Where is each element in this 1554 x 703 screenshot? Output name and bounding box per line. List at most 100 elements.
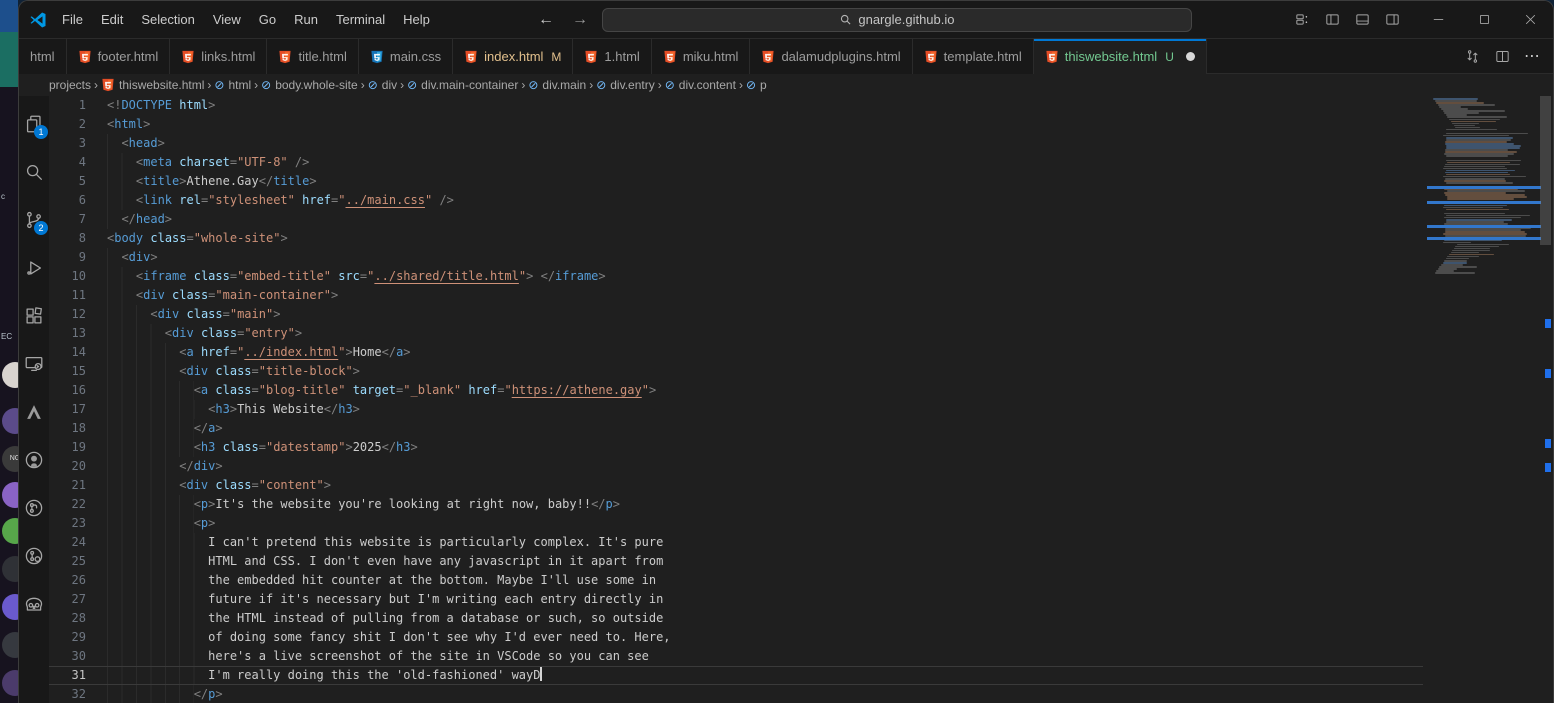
code-line-27[interactable]: 27future if it's necessary but I'm writi… — [49, 590, 1423, 609]
line-number[interactable]: 4 — [49, 153, 107, 172]
line-number[interactable]: 8 — [49, 229, 107, 248]
menu-file[interactable]: File — [53, 8, 92, 31]
line-number[interactable]: 14 — [49, 343, 107, 362]
go-forward-button[interactable]: → — [568, 11, 592, 29]
code-area[interactable]: 1<!DOCTYPE html>2<html>3<head>4<meta cha… — [49, 96, 1423, 703]
menu-terminal[interactable]: Terminal — [327, 8, 394, 31]
line-number[interactable]: 19 — [49, 438, 107, 457]
line-number[interactable]: 10 — [49, 267, 107, 286]
line-number[interactable]: 20 — [49, 457, 107, 476]
tab-miku-html[interactable]: miku.html — [652, 39, 751, 74]
code-line-16[interactable]: 16<a class="blog-title" target="_blank" … — [49, 381, 1423, 400]
activity-item-extensions[interactable] — [19, 292, 49, 340]
menu-help[interactable]: Help — [394, 8, 439, 31]
line-number[interactable]: 3 — [49, 134, 107, 153]
line-number[interactable]: 12 — [49, 305, 107, 324]
activity-item-a-extension[interactable] — [19, 388, 49, 436]
breadcrumb-item[interactable]: projects — [49, 78, 91, 92]
menu-view[interactable]: View — [204, 8, 250, 31]
line-number[interactable]: 31 — [49, 667, 107, 684]
breadcrumb-item[interactable]: ⊘div.entry — [596, 78, 655, 92]
activity-item-gitlens[interactable] — [19, 532, 49, 580]
line-number[interactable]: 11 — [49, 286, 107, 305]
code-line-18[interactable]: 18</a> — [49, 419, 1423, 438]
minimize-button[interactable] — [1415, 1, 1461, 39]
code-line-15[interactable]: 15<div class="title-block"> — [49, 362, 1423, 381]
code-line-12[interactable]: 12<div class="main"> — [49, 305, 1423, 324]
line-number[interactable]: 28 — [49, 609, 107, 628]
line-number[interactable]: 17 — [49, 400, 107, 419]
close-button[interactable] — [1507, 1, 1553, 39]
line-number[interactable]: 1 — [49, 96, 107, 115]
code-line-28[interactable]: 28the HTML instead of pulling from a dat… — [49, 609, 1423, 628]
line-number[interactable]: 15 — [49, 362, 107, 381]
activity-item-source-control[interactable]: 2 — [19, 196, 49, 244]
line-number[interactable]: 16 — [49, 381, 107, 400]
code-line-20[interactable]: 20</div> — [49, 457, 1423, 476]
scrollbar-slider[interactable] — [1540, 96, 1551, 245]
line-number[interactable]: 6 — [49, 191, 107, 210]
tab-dalamudplugins-html[interactable]: dalamudplugins.html — [750, 39, 912, 74]
toggle-secondary-sidebar-button[interactable] — [1377, 6, 1407, 34]
code-line-31[interactable]: 31I'm really doing this the 'old-fashion… — [49, 666, 1423, 685]
code-line-19[interactable]: 19<h3 class="datestamp">2025</h3> — [49, 438, 1423, 457]
breadcrumb-item[interactable]: ⊘body.whole-site — [261, 78, 358, 92]
code-line-10[interactable]: 10<iframe class="embed-title" src="../sh… — [49, 267, 1423, 286]
code-line-2[interactable]: 2<html> — [49, 115, 1423, 134]
activity-item-explorer[interactable]: 1 — [19, 100, 49, 148]
line-number[interactable]: 32 — [49, 685, 107, 703]
tab-footer-html[interactable]: footer.html — [67, 39, 171, 74]
tab-1-html[interactable]: 1.html — [573, 39, 651, 74]
breadcrumb-item[interactable]: ⊘div.main-container — [407, 78, 518, 92]
code-line-21[interactable]: 21<div class="content"> — [49, 476, 1423, 495]
maximize-button[interactable] — [1461, 1, 1507, 39]
breadcrumb-item[interactable]: thiswebsite.html — [101, 78, 204, 92]
code-line-11[interactable]: 11<div class="main-container"> — [49, 286, 1423, 305]
line-number[interactable]: 18 — [49, 419, 107, 438]
editor[interactable]: 1<!DOCTYPE html>2<html>3<head>4<meta cha… — [49, 96, 1553, 703]
breadcrumb-item[interactable]: ⊘div — [368, 78, 397, 92]
customize-layout-button[interactable] — [1287, 6, 1317, 34]
more-actions-button[interactable]: ⋯ — [1519, 43, 1545, 69]
line-number[interactable]: 22 — [49, 495, 107, 514]
code-line-30[interactable]: 30here's a live screenshot of the site i… — [49, 647, 1423, 666]
code-line-6[interactable]: 6<link rel="stylesheet" href="../main.cs… — [49, 191, 1423, 210]
minimap[interactable] — [1429, 96, 1537, 296]
line-number[interactable]: 13 — [49, 324, 107, 343]
code-line-17[interactable]: 17<h3>This Website</h3> — [49, 400, 1423, 419]
breadcrumb-item[interactable]: ⊘p — [746, 78, 767, 92]
line-number[interactable]: 9 — [49, 248, 107, 267]
code-line-1[interactable]: 1<!DOCTYPE html> — [49, 96, 1423, 115]
breadcrumb-item[interactable]: ⊘div.content — [665, 78, 736, 92]
code-line-3[interactable]: 3<head> — [49, 134, 1423, 153]
code-line-29[interactable]: 29of doing some fancy shit I don't see w… — [49, 628, 1423, 647]
activity-item-github[interactable] — [19, 436, 49, 484]
code-line-26[interactable]: 26the embedded hit counter at the bottom… — [49, 571, 1423, 590]
tab-main-css[interactable]: main.css — [359, 39, 453, 74]
activity-item-godot-tools[interactable] — [19, 580, 49, 628]
line-number[interactable]: 24 — [49, 533, 107, 552]
line-number[interactable]: 21 — [49, 476, 107, 495]
tab-title-html[interactable]: title.html — [267, 39, 358, 74]
toggle-primary-sidebar-button[interactable] — [1317, 6, 1347, 34]
code-line-4[interactable]: 4<meta charset="UTF-8" /> — [49, 153, 1423, 172]
menu-selection[interactable]: Selection — [132, 8, 203, 31]
line-number[interactable]: 2 — [49, 115, 107, 134]
go-back-button[interactable]: ← — [534, 11, 558, 29]
split-editor-button[interactable] — [1489, 43, 1515, 69]
breadcrumb-item[interactable]: ⊘div.main — [528, 78, 586, 92]
menu-edit[interactable]: Edit — [92, 8, 132, 31]
activity-item-search[interactable] — [19, 148, 49, 196]
line-number[interactable]: 27 — [49, 590, 107, 609]
open-changes-button[interactable] — [1459, 43, 1485, 69]
tab-thiswebsite-html[interactable]: thiswebsite.htmlU — [1034, 39, 1207, 74]
line-number[interactable]: 23 — [49, 514, 107, 533]
code-line-32[interactable]: 32</p> — [49, 685, 1423, 703]
unsaved-dot-icon[interactable] — [1186, 52, 1195, 61]
code-line-22[interactable]: 22<p>It's the website you're looking at … — [49, 495, 1423, 514]
code-line-8[interactable]: 8<body class="whole-site"> — [49, 229, 1423, 248]
code-line-25[interactable]: 25HTML and CSS. I don't even have any ja… — [49, 552, 1423, 571]
code-line-7[interactable]: 7</head> — [49, 210, 1423, 229]
command-center-search[interactable]: gnargle.github.io — [602, 8, 1192, 32]
menu-go[interactable]: Go — [250, 8, 285, 31]
